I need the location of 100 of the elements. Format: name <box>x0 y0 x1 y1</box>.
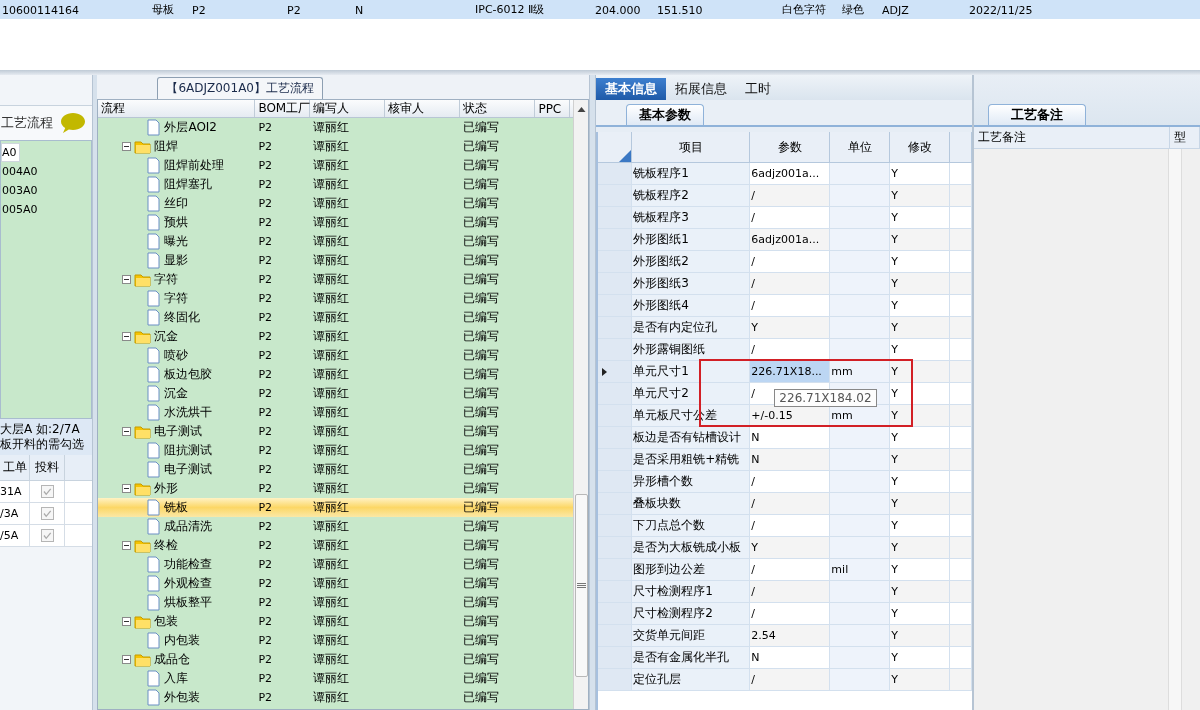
record-row[interactable]: 10600114164 母板 P2 P2 N IPC-6012 Ⅱ级 204.000 151.510 白色字符 绿色 ADJZ 2022/11/25 <box>0 0 1200 19</box>
column-header[interactable]: 流程 <box>98 100 256 117</box>
table-row[interactable]: 是否为大板铣成小板 Y Y <box>598 537 972 559</box>
tab[interactable]: 基本参数 <box>626 104 705 125</box>
column-header[interactable]: 修改 <box>890 132 951 162</box>
item-cell: 外形露铜图纸 <box>632 339 751 360</box>
tab[interactable]: 拓展信息 <box>666 78 737 100</box>
collapse-icon[interactable] <box>122 655 132 664</box>
tree-row[interactable]: 沉金 P2 谭丽红 已编写 <box>98 327 574 346</box>
table-row[interactable]: 铣板程序1 6adjz001a... Y <box>598 163 972 185</box>
column-header[interactable]: 项目 <box>632 132 751 162</box>
list-item[interactable]: 004A0 <box>1 162 41 181</box>
tree-row[interactable]: 字符 P2 谭丽红 已编写 <box>98 289 574 308</box>
table-row[interactable]: 交货单元间距 2.54 Y <box>598 625 972 647</box>
collapse-icon[interactable] <box>122 332 132 341</box>
tree-row[interactable]: 电子测试 P2 谭丽红 已编写 <box>98 422 574 441</box>
table-row[interactable]: 外形图纸2 / Y <box>598 251 972 273</box>
tree-row[interactable]: 预烘 P2 谭丽红 已编写 <box>98 213 574 232</box>
table-row[interactable]: 是否有内定位孔 Y Y <box>598 317 972 339</box>
collapse-icon[interactable] <box>122 617 132 626</box>
tree-row[interactable]: 铣板 P2 谭丽红 已编写 <box>98 498 574 517</box>
tree-row[interactable]: 成品清洗 P2 谭丽红 已编写 <box>98 517 574 536</box>
tree-row[interactable]: 显影 P2 谭丽红 已编写 <box>98 251 574 270</box>
table-row[interactable]: 异形槽个数 / Y <box>598 471 972 493</box>
list-item[interactable]: A0 <box>1 143 20 162</box>
tab[interactable]: 工艺备注 <box>988 104 1086 125</box>
column-header[interactable]: 工艺备注 <box>974 127 1170 148</box>
tree-row[interactable]: 内包装 P2 谭丽红 已编写 <box>98 631 574 650</box>
collapse-icon[interactable] <box>122 484 132 493</box>
table-row[interactable]: 外形图纸1 6adjz001a... Y <box>598 229 972 251</box>
column-header[interactable]: 编写人 <box>310 100 386 117</box>
speech-bubble-icon[interactable] <box>60 112 87 134</box>
row-header[interactable] <box>598 361 633 382</box>
scroll-up-icon[interactable] <box>576 105 586 113</box>
tree-row[interactable]: 外层AOI2 P2 谭丽红 已编写 <box>98 118 574 137</box>
document-icon <box>146 214 162 231</box>
tree-row[interactable]: 阻焊前处理 P2 谭丽红 已编写 <box>98 156 574 175</box>
table-row[interactable]: 铣板程序3 / Y <box>598 207 972 229</box>
modified-cell: Y <box>890 515 951 536</box>
table-row[interactable]: 尺寸检测程序2 / Y <box>598 603 972 625</box>
table-row[interactable]: 是否采用粗铣+精铣 N Y <box>598 449 972 471</box>
tree-row[interactable]: 水洗烘干 P2 谭丽红 已编写 <box>98 403 574 422</box>
table-row[interactable]: 板边是否有钻槽设计 N Y <box>598 427 972 449</box>
tree-row[interactable]: 外包装 P2 谭丽红 已编写 <box>98 688 574 707</box>
status-cell-text: 已编写 <box>462 632 501 649</box>
list-item[interactable]: 005A0 <box>1 200 41 219</box>
status-cell-text: 已编写 <box>462 119 501 136</box>
table-row[interactable]: 外形图纸4 / Y <box>598 295 972 317</box>
tree-row[interactable]: 终固化 P2 谭丽红 已编写 <box>98 308 574 327</box>
column-header[interactable]: 单位 <box>830 132 891 162</box>
tree-row[interactable]: 电子测试 P2 谭丽红 已编写 <box>98 460 574 479</box>
column-header[interactable]: 投料 <box>30 455 65 481</box>
table-row[interactable]: 下刀点总个数 / Y <box>598 515 972 537</box>
tree-row[interactable]: 外形 P2 谭丽红 已编写 <box>98 479 574 498</box>
table-row[interactable]: 外形露铜图纸 / Y <box>598 339 972 361</box>
table-row[interactable]: 单元尺寸1 226.71X18... mm Y <box>598 361 972 383</box>
scroll-thumb[interactable] <box>574 494 588 677</box>
collapse-icon[interactable] <box>122 427 132 436</box>
tree-row[interactable]: 成品仓 P2 谭丽红 已编写 <box>98 650 574 669</box>
splitter[interactable] <box>92 75 98 710</box>
tree-row[interactable]: 包装 P2 谭丽红 已编写 <box>98 612 574 631</box>
column-header[interactable]: PPC <box>535 100 571 117</box>
table-row[interactable]: 外形图纸3 / Y <box>598 273 972 295</box>
tree-row[interactable]: 功能检查 P2 谭丽红 已编写 <box>98 555 574 574</box>
tree-row[interactable]: 曝光 P2 谭丽红 已编写 <box>98 232 574 251</box>
tree-row[interactable]: 板边包胶 P2 谭丽红 已编写 <box>98 365 574 384</box>
column-header[interactable]: BOM工厂 <box>255 100 311 117</box>
tree-row[interactable]: 终检 P2 谭丽红 已编写 <box>98 536 574 555</box>
value-cell: / <box>750 339 831 360</box>
tree-row[interactable]: 入库 P2 谭丽红 已编写 <box>98 669 574 688</box>
table-row[interactable]: 是否有金属化半孔 N Y <box>598 647 972 669</box>
table-row[interactable]: 定位孔层 / Y <box>598 669 972 691</box>
tab[interactable]: 基本信息 <box>596 78 667 100</box>
tree-row[interactable]: 喷砂 P2 谭丽红 已编写 <box>98 346 574 365</box>
table-row[interactable]: 铣板程序2 / Y <box>598 185 972 207</box>
column-header[interactable]: 状态 <box>460 100 536 117</box>
tree-row[interactable]: 阻抗测试 P2 谭丽红 已编写 <box>98 441 574 460</box>
collapse-icon[interactable] <box>122 275 132 284</box>
tree-row[interactable]: 沉金 P2 谭丽红 已编写 <box>98 384 574 403</box>
item-cell: 外形图纸4 <box>632 295 751 316</box>
scrollbar[interactable] <box>573 100 589 709</box>
collapse-icon[interactable] <box>122 541 132 550</box>
list-item[interactable]: 003A0 <box>1 181 41 200</box>
table-row[interactable]: 叠板块数 / Y <box>598 493 972 515</box>
tree-row[interactable]: 阻焊 P2 谭丽红 已编写 <box>98 137 574 156</box>
tree-row[interactable]: 外观检查 P2 谭丽红 已编写 <box>98 574 574 593</box>
tree-row[interactable]: 字符 P2 谭丽红 已编写 <box>98 270 574 289</box>
tab[interactable]: 工时 <box>736 78 781 100</box>
scrollbar[interactable] <box>1168 149 1182 710</box>
collapse-icon[interactable] <box>122 142 132 151</box>
column-header[interactable]: 工单 <box>0 455 30 481</box>
tree-row[interactable]: 烘板整平 P2 谭丽红 已编写 <box>98 593 574 612</box>
column-header[interactable]: 核审人 <box>385 100 461 117</box>
column-header[interactable]: 型 <box>1170 127 1200 148</box>
column-header[interactable]: 参数 <box>750 132 831 162</box>
table-row[interactable]: 尺寸检测程序1 / Y <box>598 581 972 603</box>
tree-row[interactable]: 丝印 P2 谭丽红 已编写 <box>98 194 574 213</box>
tree-row[interactable]: 阻焊塞孔 P2 谭丽红 已编写 <box>98 175 574 194</box>
table-row[interactable]: 图形到边公差 / mil Y <box>598 559 972 581</box>
order-cell: /3A <box>0 503 30 525</box>
